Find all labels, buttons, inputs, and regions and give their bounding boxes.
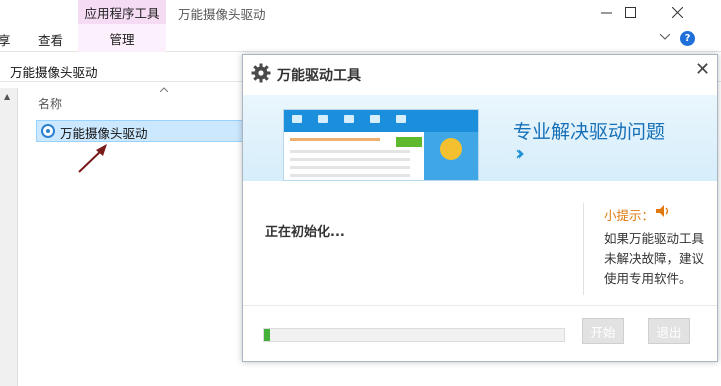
tip-line: 使用专用软件。 bbox=[604, 271, 692, 286]
tip-body: 如果万能驱动工具 未解决故障，建议 使用专用软件。 bbox=[604, 229, 710, 289]
software-preview-image bbox=[283, 109, 479, 181]
exit-button[interactable]: 退出 bbox=[648, 318, 690, 344]
address-path: 万能摄像头驱动 bbox=[10, 65, 98, 80]
dialog-footer: 开始 退出 bbox=[243, 305, 717, 361]
maximize-icon[interactable] bbox=[607, 0, 653, 24]
progress-bar bbox=[263, 328, 565, 342]
driver-tool-dialog: 万能驱动工具 ✕ 专业解决驱动问题 ›› 正在初始化... 小提示： 如果万能驱… bbox=[242, 54, 718, 362]
tip-line: 如果万能驱动工具 bbox=[604, 231, 705, 246]
tip-line: 未解决故障，建议 bbox=[604, 251, 705, 266]
promo-banner: 专业解决驱动问题 ›› bbox=[243, 95, 717, 181]
status-text: 正在初始化... bbox=[265, 225, 345, 240]
window-title: 万能摄像头驱动 bbox=[178, 7, 266, 22]
tab-manage[interactable]: 管理 bbox=[78, 24, 166, 52]
explorer-titlebar: 应用程序工具 万能摄像头驱动 bbox=[0, 0, 721, 24]
banner-arrows-icon: ›› bbox=[515, 141, 525, 165]
screen: 应用程序工具 万能摄像头驱动 享 查看 管理 ? 万能摄像头驱动 ▲ 名称 万能… bbox=[0, 0, 721, 386]
tab-share[interactable]: 享 bbox=[0, 30, 11, 49]
ribbon: 享 查看 管理 ? bbox=[0, 24, 721, 52]
file-item[interactable]: 万能摄像头驱动 bbox=[36, 120, 246, 142]
column-header-name[interactable]: 名称 bbox=[38, 95, 62, 112]
gear-icon bbox=[251, 63, 271, 83]
scroll-up-icon[interactable]: ▲ bbox=[4, 92, 10, 101]
tab-view[interactable]: 查看 bbox=[38, 30, 63, 49]
help-icon[interactable]: ? bbox=[680, 31, 695, 46]
annotation-arrow bbox=[78, 144, 107, 173]
navigation-pane[interactable]: ▲ bbox=[0, 88, 18, 386]
dialog-title: 万能驱动工具 bbox=[277, 68, 361, 84]
progress-fill bbox=[264, 329, 270, 341]
chevron-down-icon[interactable] bbox=[659, 30, 671, 43]
dialog-header: 万能驱动工具 ✕ bbox=[243, 55, 717, 95]
sort-ascending-icon bbox=[159, 84, 169, 95]
divider bbox=[583, 203, 584, 295]
application-icon bbox=[41, 124, 55, 138]
start-button[interactable]: 开始 bbox=[582, 318, 624, 344]
context-tab-app-tools[interactable]: 应用程序工具 bbox=[78, 0, 166, 24]
banner-slogan: 专业解决驱动问题 bbox=[513, 121, 666, 143]
dialog-close-icon[interactable]: ✕ bbox=[695, 59, 710, 80]
speaker-icon bbox=[656, 205, 669, 217]
tip-title: 小提示： bbox=[604, 208, 655, 223]
close-icon[interactable] bbox=[653, 0, 701, 24]
